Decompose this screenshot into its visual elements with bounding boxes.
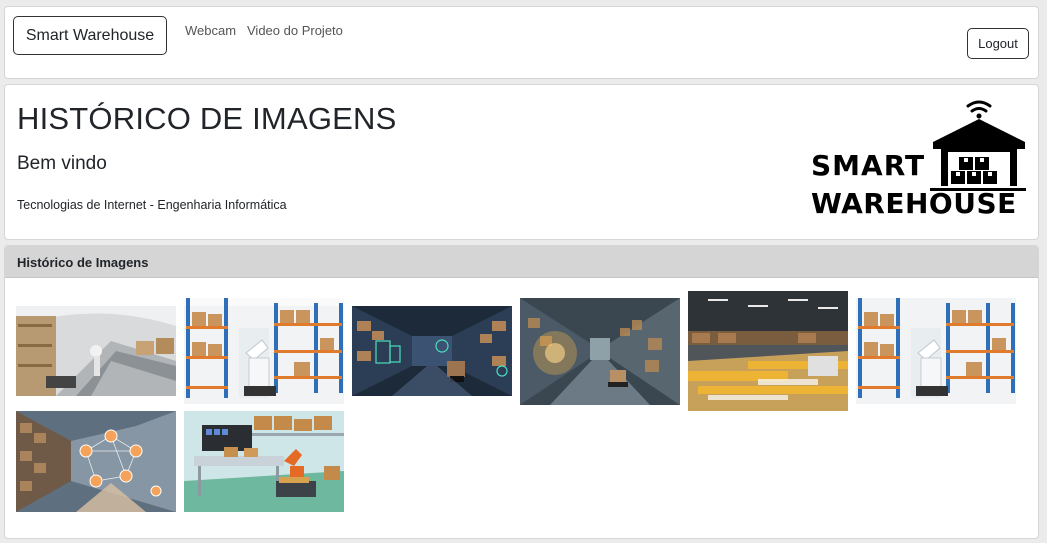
page-header: HISTÓRICO DE IMAGENS Bem vindo Tecnologi… bbox=[4, 84, 1039, 240]
nav-link-webcam[interactable]: Webcam bbox=[185, 23, 236, 38]
smart-warehouse-logo: SMART WAREHOUSE bbox=[808, 97, 1030, 221]
warehouse-digital-aisle-image[interactable] bbox=[352, 306, 512, 396]
warehouse-conveyor-image[interactable] bbox=[16, 306, 176, 396]
warehouse-motion-image[interactable] bbox=[688, 291, 848, 411]
warehouse-robot-shelves-image-2[interactable] bbox=[856, 298, 1016, 404]
logo-text-smart: SMART bbox=[811, 149, 926, 182]
warehouse-blur-aisle-image[interactable] bbox=[520, 298, 680, 405]
page-title: HISTÓRICO DE IMAGENS bbox=[17, 101, 397, 136]
nav-link-video[interactable]: Video do Projeto bbox=[247, 23, 343, 38]
warehouse-robot-shelves-image[interactable] bbox=[184, 298, 344, 404]
warehouse-conveyor-robot-image[interactable] bbox=[184, 411, 344, 512]
panel-title: Histórico de Imagens bbox=[5, 246, 1038, 278]
logout-button[interactable]: Logout bbox=[967, 28, 1029, 59]
subtitle-text: Tecnologias de Internet - Engenharia Inf… bbox=[17, 198, 287, 212]
navbar: Smart Warehouse Webcam Video do Projeto … bbox=[4, 6, 1039, 79]
brand-button[interactable]: Smart Warehouse bbox=[13, 16, 167, 55]
welcome-text: Bem vindo bbox=[17, 153, 107, 174]
logo-text-warehouse: WAREHOUSE bbox=[811, 187, 1017, 220]
warehouse-network-icons-image[interactable] bbox=[16, 411, 176, 512]
